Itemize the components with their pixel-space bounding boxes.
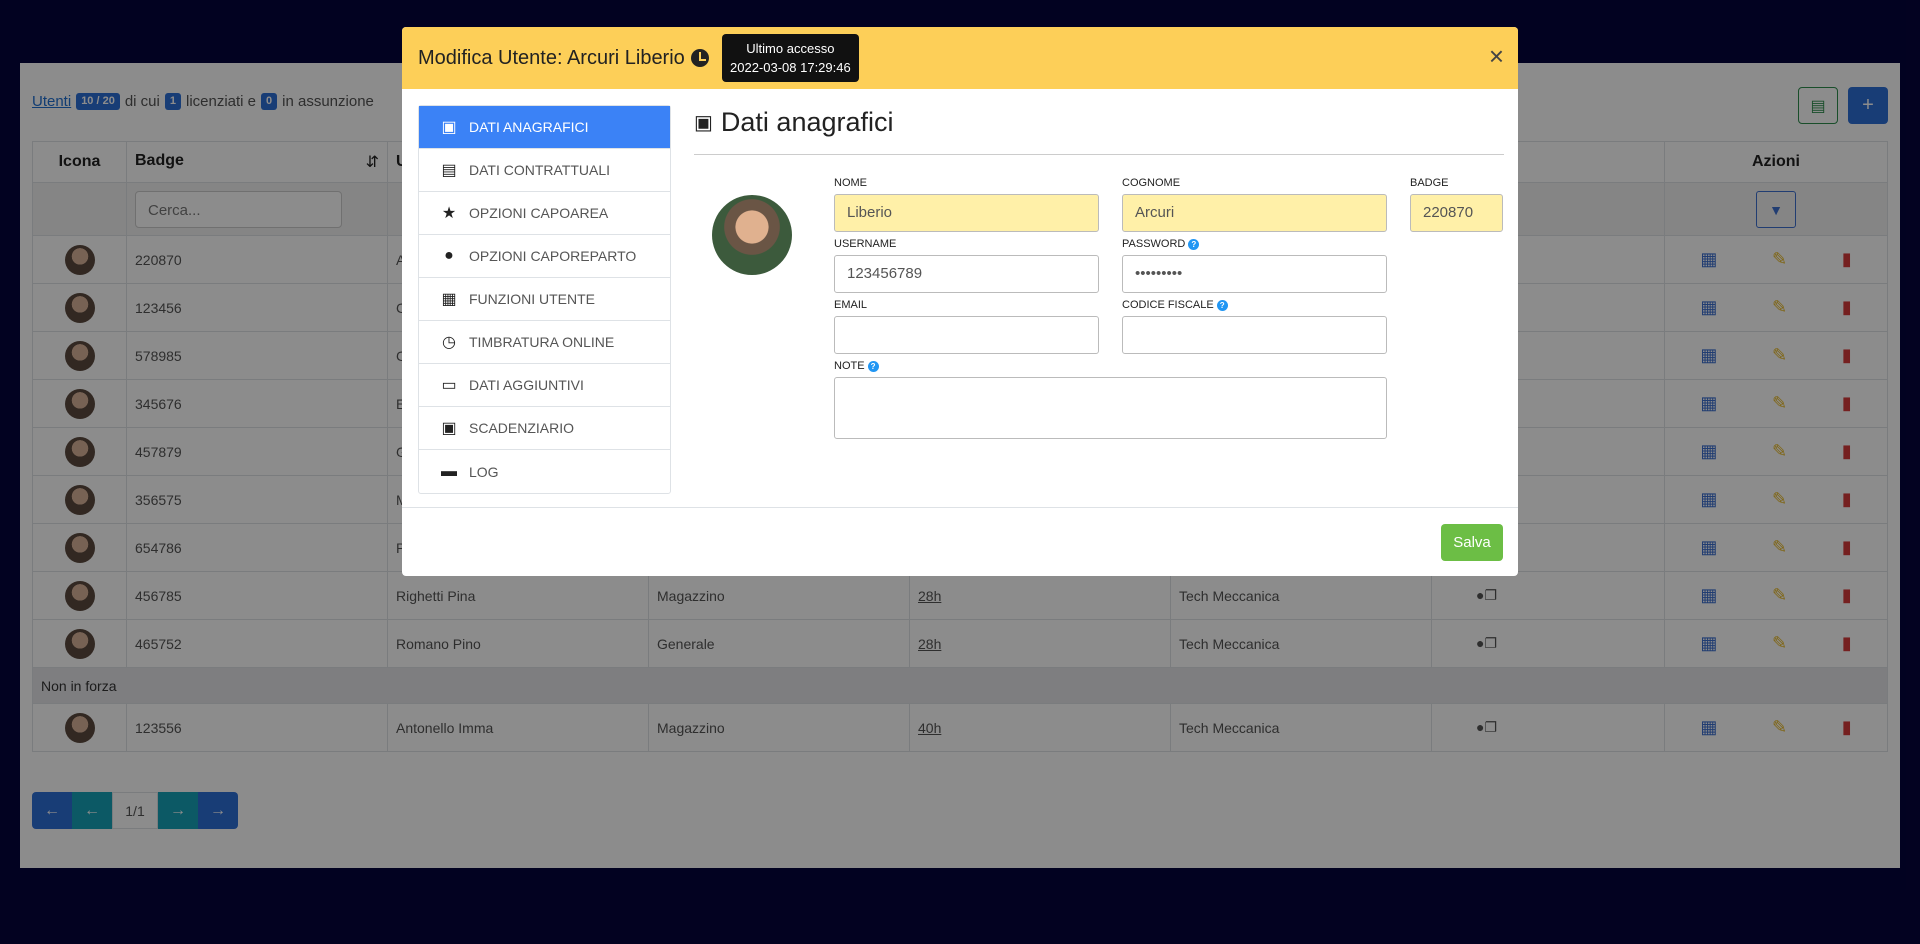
menu-item-label: DATI AGGIUNTIVI [469, 377, 584, 393]
modal-title-text: Modifica Utente: Arcuri Liberio [418, 46, 685, 69]
menu-item-label: FUNZIONI UTENTE [469, 291, 595, 307]
badge-field[interactable]: 220870 [1410, 194, 1503, 232]
menu-item-dati-aggiuntivi[interactable]: ▭ DATI AGGIUNTIVI [419, 364, 670, 407]
menu-item-label: TIMBRATURA ONLINE [469, 334, 615, 350]
modal-title: Modifica Utente: Arcuri Liberio [418, 47, 709, 70]
cognome-label: COGNOME [1122, 177, 1181, 189]
menu-item-label: DATI ANAGRAFICI [469, 119, 589, 135]
section-divider [694, 154, 1504, 155]
nome-label: NOME [834, 177, 867, 189]
menu-item-timbratura-online[interactable]: ◷ TIMBRATURA ONLINE [419, 321, 670, 364]
save-button[interactable]: Salva [1441, 524, 1503, 561]
section-title: ▣ Dati anagrafici [694, 107, 894, 138]
help-icon[interactable]: ? [867, 360, 879, 372]
cf-label-group: CODICE FISCALE? [1122, 299, 1228, 311]
section-title-text: Dati anagrafici [720, 107, 894, 137]
badge-label: BADGE [1410, 177, 1449, 189]
tooltip-title: Ultimo accesso [746, 41, 835, 56]
email-label: EMAIL [834, 299, 868, 311]
menu-item-log[interactable]: ▬ LOG [419, 450, 670, 493]
note-textarea[interactable] [834, 377, 1387, 439]
menu-item-label: OPZIONI CAPOAREA [469, 205, 609, 221]
codice-fiscale-field[interactable] [1122, 316, 1387, 354]
star-icon: ★ [441, 205, 457, 222]
last-access-tooltip: Ultimo accesso 2022-03-08 17:29:46 [722, 34, 859, 82]
menu-item-label: DATI CONTRATTUALI [469, 162, 611, 178]
email-field[interactable] [834, 316, 1099, 354]
person-icon: ● [444, 247, 454, 264]
menu-item-dati-contrattuali[interactable]: ▤ DATI CONTRATTUALI [419, 149, 670, 192]
help-icon[interactable]: ? [1216, 299, 1228, 311]
edit-user-modal: Modifica Utente: Arcuri Liberio Ultimo a… [402, 27, 1518, 576]
cf-label: CODICE FISCALE [1122, 299, 1214, 311]
nome-field[interactable]: Liberio [834, 194, 1099, 232]
id-card-icon: ▣ [441, 119, 457, 136]
cognome-field[interactable]: Arcuri [1122, 194, 1387, 232]
menu-item-label: LOG [469, 463, 499, 480]
help-icon[interactable]: ? [1188, 238, 1200, 250]
username-label: USERNAME [834, 238, 897, 250]
grid-check-icon: ▦ [441, 291, 457, 308]
clock-icon: ◷ [442, 334, 456, 351]
password-label: PASSWORD [1122, 238, 1186, 250]
user-photo[interactable] [712, 195, 792, 275]
modal-header: Modifica Utente: Arcuri Liberio Ultimo a… [402, 27, 1518, 89]
clock-icon[interactable] [690, 49, 709, 67]
password-label-group: PASSWORD? [1122, 238, 1200, 250]
note-label-group: NOTE? [834, 360, 879, 372]
menu-item-opzioni-caporeparto[interactable]: ● OPZIONI CAPOREPARTO [419, 235, 670, 278]
menu-item-label: SCADENZIARIO [469, 420, 575, 436]
modal-side-menu: ▣ DATI ANAGRAFICI ▤ DATI CONTRATTUALI ★ OPZ… [418, 105, 671, 494]
calendar-plus-icon: ▣ [441, 420, 457, 437]
id-card-icon: ▣ [694, 112, 713, 134]
password-field[interactable]: ••••••••• [1122, 255, 1387, 293]
folder-plus-icon: ▭ [441, 377, 457, 394]
modal-footer-divider [402, 507, 1518, 508]
menu-item-opzioni-capoarea[interactable]: ★ OPZIONI CAPOAREA [419, 192, 670, 235]
menu-item-label: OPZIONI CAPOREPARTO [469, 248, 637, 264]
menu-item-funzioni-utente[interactable]: ▦ FUNZIONI UTENTE [419, 278, 670, 321]
tooltip-datetime: 2022-03-08 17:29:46 [730, 60, 851, 75]
menu-item-dati-anagrafici[interactable]: ▣ DATI ANAGRAFICI [419, 106, 670, 149]
username-field[interactable]: 123456789 [834, 255, 1099, 293]
contract-icon: ▤ [441, 162, 457, 179]
terminal-icon: ▬ [441, 462, 457, 480]
close-icon[interactable]: × [1489, 43, 1504, 69]
menu-item-scadenziario[interactable]: ▣ SCADENZIARIO [419, 407, 670, 450]
note-label: NOTE [834, 360, 865, 372]
